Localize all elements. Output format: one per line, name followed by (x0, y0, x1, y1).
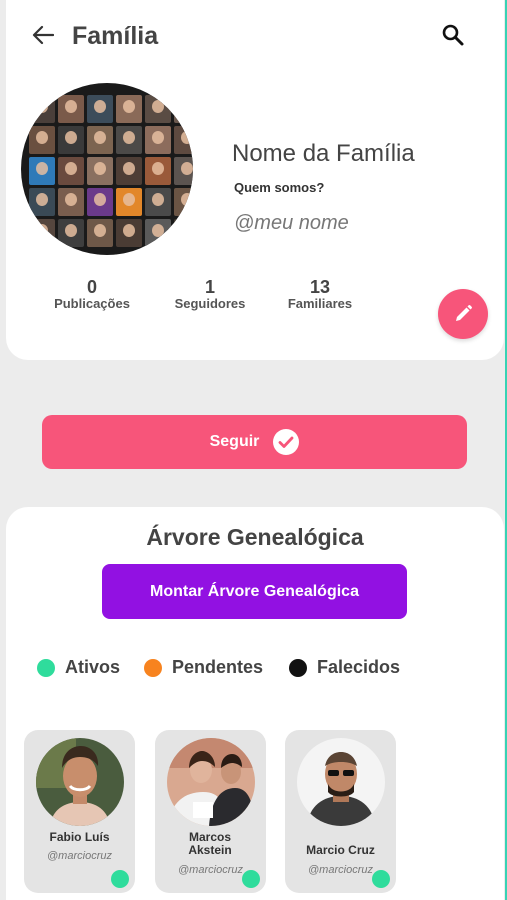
about-link[interactable]: Quem somos? (234, 180, 324, 195)
check-circle-icon (273, 429, 300, 455)
legend-pending: Pendentes (144, 657, 263, 678)
section-title: Árvore Genealógica (146, 524, 364, 550)
member-username: @marciocruz (47, 850, 112, 862)
status-dot-icon (372, 870, 390, 888)
member-card[interactable]: Marcio Cruz @marciocruz (285, 730, 396, 893)
follow-button[interactable]: Seguir (42, 415, 467, 469)
legend-active: Ativos (37, 657, 120, 678)
deceased-dot-icon (289, 658, 307, 677)
search-icon (442, 24, 464, 46)
pending-dot-icon (144, 658, 162, 677)
stat-value: 0 (86, 277, 97, 297)
status-dot-icon (111, 870, 129, 888)
status-dot-icon (242, 870, 260, 888)
family-handle: @meu nome (234, 212, 349, 234)
profile-card: Família Nome da Família Quem somos? @meu… (6, 0, 504, 360)
legend-label: Ativos (65, 657, 121, 677)
active-dot-icon (37, 658, 55, 677)
edit-button[interactable] (438, 289, 488, 339)
follow-button-label: Seguir (209, 433, 260, 450)
search-button[interactable] (438, 20, 468, 50)
member-card[interactable]: Marcos Akstein @marciocruz (155, 730, 266, 893)
stat-value: 1 (204, 277, 215, 297)
legend-deceased: Falecidos (289, 657, 400, 678)
member-avatar (297, 738, 385, 826)
legend-label: Pendentes (172, 657, 264, 677)
stat-label: Familiares (287, 296, 353, 311)
member-name: Fabio Luís (49, 830, 110, 844)
member-card[interactable]: Fabio Luís @marciocruz (24, 730, 135, 893)
legend-label: Falecidos (317, 657, 401, 677)
stat-publications[interactable]: 0 Publicações (46, 278, 138, 311)
stat-followers[interactable]: 1 Seguidores (164, 278, 256, 311)
build-tree-label: Montar Árvore Genealógica (150, 582, 359, 600)
member-name: Marcos Akstein (188, 830, 232, 857)
page-title: Família (72, 22, 159, 50)
arrow-left-icon (32, 25, 54, 45)
video-call-collage (29, 95, 193, 247)
back-button[interactable] (28, 20, 58, 50)
pencil-icon (456, 305, 472, 321)
member-avatar (167, 738, 255, 826)
family-tree-card: Árvore Genealógica Montar Árvore Genealó… (6, 507, 504, 900)
stat-label: Publicações (54, 296, 130, 311)
member-avatar (36, 738, 124, 826)
stat-value: 13 (309, 277, 331, 297)
stat-family-members[interactable]: 13 Familiares (274, 278, 366, 311)
build-tree-button[interactable]: Montar Árvore Genealógica (102, 564, 407, 619)
member-name: Marcio Cruz (306, 843, 375, 857)
family-avatar[interactable] (21, 83, 193, 255)
stat-label: Seguidores (174, 296, 246, 311)
family-name: Nome da Família (232, 140, 415, 167)
